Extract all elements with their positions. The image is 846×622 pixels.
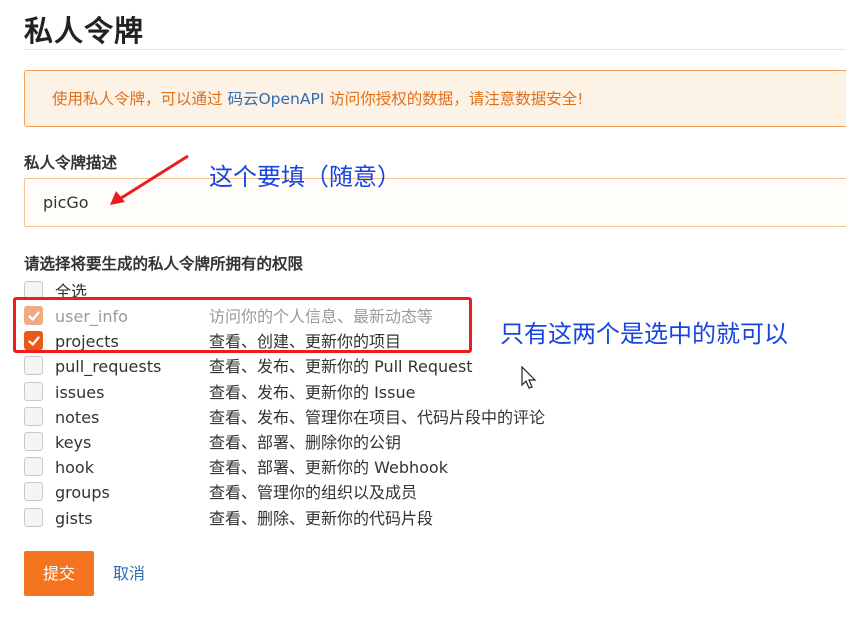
permission-row-keys[interactable]: keys 查看、部署、删除你的公钥 bbox=[24, 430, 624, 455]
permission-name: groups bbox=[55, 483, 110, 502]
permission-checkbox[interactable] bbox=[24, 482, 43, 501]
permission-checkbox[interactable] bbox=[24, 457, 43, 476]
permission-name: issues bbox=[55, 383, 105, 402]
permission-description: 查看、部署、更新你的 Webhook bbox=[209, 458, 448, 477]
permission-description: 查看、删除、更新你的代码片段 bbox=[209, 509, 434, 528]
permission-description: 查看、部署、删除你的公钥 bbox=[209, 433, 402, 452]
mouse-cursor-icon bbox=[521, 366, 537, 389]
permission-name: hook bbox=[55, 458, 94, 477]
title-divider bbox=[24, 49, 846, 50]
permission-checkbox[interactable] bbox=[24, 508, 43, 527]
red-arrow-annotation bbox=[110, 154, 189, 205]
permission-description: 查看、发布、更新你的 Issue bbox=[209, 383, 416, 402]
red-highlight-box bbox=[13, 297, 472, 353]
permission-checkbox[interactable] bbox=[24, 382, 43, 401]
security-notice: 使用私人令牌，可以通过 码云OpenAPI 访问你授权的数据，请注意数据安全! bbox=[24, 70, 846, 127]
permission-row-notes[interactable]: notes 查看、发布、管理你在项目、代码片段中的评论 bbox=[24, 405, 624, 430]
permission-description: 查看、管理你的组织以及成员 bbox=[209, 483, 418, 502]
annotation-select-note: 只有这两个是选中的就可以 bbox=[500, 320, 788, 348]
permission-name: pull_requests bbox=[55, 357, 162, 376]
permission-row-groups[interactable]: groups 查看、管理你的组织以及成员 bbox=[24, 480, 624, 505]
permission-description: 查看、发布、管理你在项目、代码片段中的评论 bbox=[209, 408, 546, 427]
permissions-label: 请选择将要生成的私人令牌所拥有的权限 bbox=[24, 255, 304, 273]
permission-name: notes bbox=[55, 408, 100, 427]
permission-row-hook[interactable]: hook 查看、部署、更新你的 Webhook bbox=[24, 455, 624, 480]
cancel-link[interactable]: 取消 bbox=[113, 551, 145, 596]
annotation-fill-note: 这个要填（随意） bbox=[209, 163, 401, 191]
notice-suffix: 访问你授权的数据，请注意数据安全! bbox=[324, 90, 584, 108]
permission-checkbox[interactable] bbox=[24, 432, 43, 451]
permission-checkbox[interactable] bbox=[24, 356, 43, 375]
openapi-link[interactable]: 码云OpenAPI bbox=[227, 90, 324, 108]
permission-checkbox[interactable] bbox=[24, 407, 43, 426]
submit-button[interactable]: 提交 bbox=[24, 551, 94, 596]
permission-name: gists bbox=[55, 509, 93, 528]
permission-description: 查看、发布、更新你的 Pull Request bbox=[209, 357, 473, 376]
permission-row-gists[interactable]: gists 查看、删除、更新你的代码片段 bbox=[24, 506, 624, 531]
permission-name: keys bbox=[55, 433, 92, 452]
page-title: 私人令牌 bbox=[24, 14, 145, 48]
notice-prefix: 使用私人令牌，可以通过 bbox=[52, 90, 228, 108]
